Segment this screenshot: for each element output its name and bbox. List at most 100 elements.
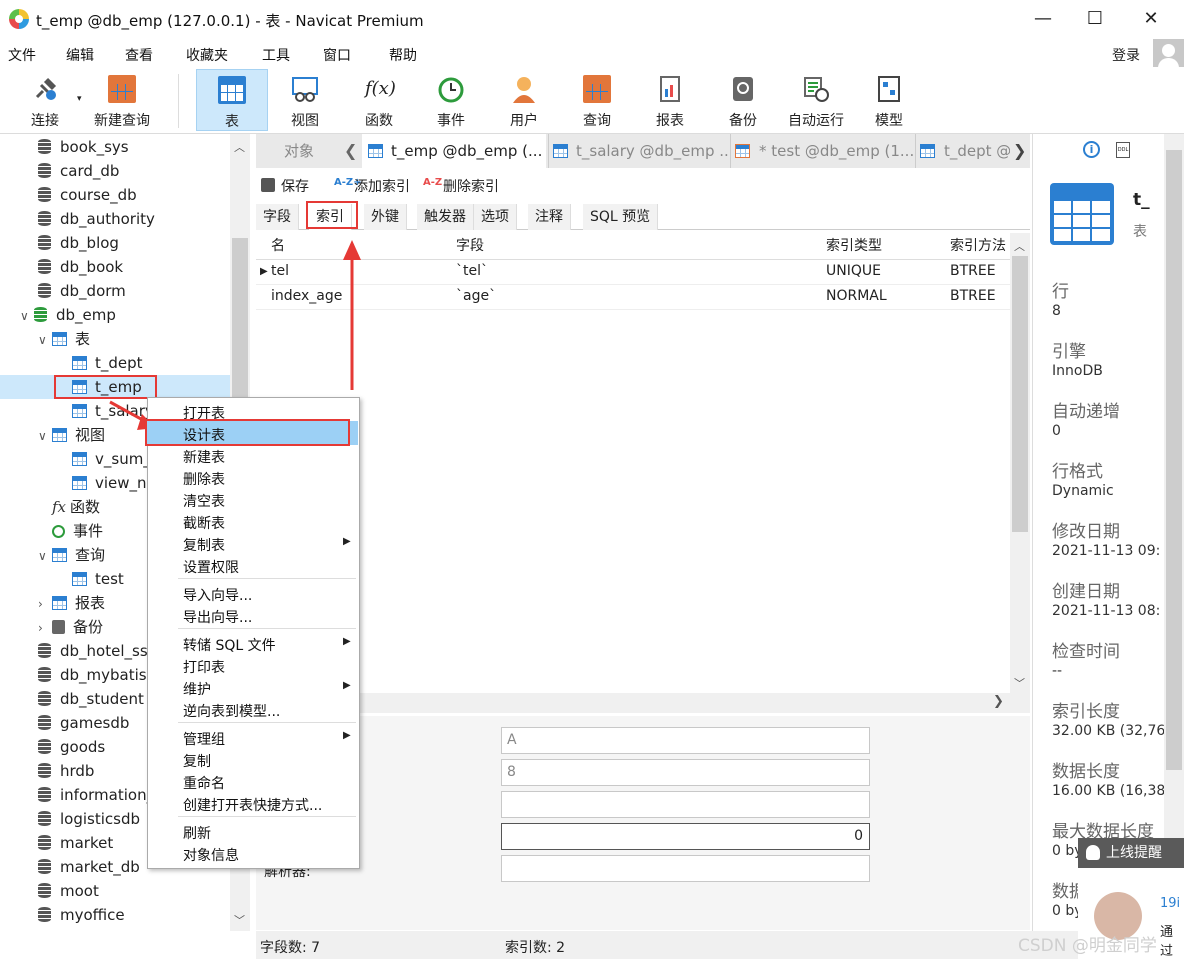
expand-caret-icon[interactable]: ∨ xyxy=(38,328,52,352)
grid-scrollbar-thumb[interactable] xyxy=(1012,256,1028,532)
context-menu-item[interactable]: 管理组 xyxy=(183,729,225,749)
context-menu-item[interactable]: 复制表 xyxy=(183,535,225,555)
key-block-size-field[interactable]: 0 xyxy=(501,823,870,850)
delete-index-button[interactable]: 删除索引 xyxy=(443,176,499,196)
tab-options[interactable]: 选项 xyxy=(474,204,517,230)
grid-hscrollbar[interactable] xyxy=(256,693,1030,713)
hscroll-right-icon[interactable]: ❯ xyxy=(993,694,1004,709)
menu-file[interactable]: 文件 xyxy=(8,45,36,65)
context-menu-item[interactable]: 导入向导... xyxy=(183,585,252,605)
context-menu-item[interactable]: 删除表 xyxy=(183,469,225,489)
context-menu-item[interactable]: 新建表 xyxy=(183,447,225,467)
context-menu-item[interactable]: 清空表 xyxy=(183,491,225,511)
cell-index-type[interactable]: NORMAL xyxy=(826,288,887,304)
tree-query-test[interactable]: test xyxy=(72,567,124,591)
parser-field[interactable] xyxy=(501,855,870,882)
query-button[interactable]: 查询 xyxy=(566,69,628,131)
connect-button[interactable]: 连接 xyxy=(14,69,76,131)
tree-backups-folder[interactable]: › 备份 xyxy=(38,615,103,639)
cell-fields[interactable]: `tel` xyxy=(456,263,488,279)
grid-scroll-up-icon[interactable]: ︿ xyxy=(1014,238,1025,254)
info-icon[interactable]: i xyxy=(1083,141,1100,158)
menu-view[interactable]: 查看 xyxy=(125,45,153,65)
event-button[interactable]: 事件 xyxy=(420,69,482,131)
context-menu-item[interactable]: 截断表 xyxy=(183,513,225,533)
tree-db-item[interactable]: course_db xyxy=(38,183,137,207)
property-field[interactable] xyxy=(501,791,870,818)
backup-button[interactable]: 备份 xyxy=(712,69,774,131)
tree-db-item[interactable]: book_sys xyxy=(38,135,129,159)
tree-view-view-na[interactable]: view_na xyxy=(72,471,156,495)
view-button[interactable]: 视图 xyxy=(274,69,336,131)
minimize-button[interactable]: — xyxy=(1016,0,1070,39)
tab-foreign-keys[interactable]: 外键 xyxy=(364,204,407,230)
user-avatar-icon[interactable] xyxy=(1153,39,1184,70)
tab-objects[interactable]: 对象 xyxy=(256,134,342,168)
tree-view-v-sum[interactable]: v_sum_ xyxy=(72,447,151,471)
new-query-button[interactable]: 新建查询 xyxy=(88,69,156,131)
tree-db-item[interactable]: goods xyxy=(38,735,105,759)
expand-caret-icon[interactable]: ∨ xyxy=(38,544,52,568)
col-header-fields[interactable]: 字段 xyxy=(456,235,484,255)
property-field[interactable]: A xyxy=(501,727,870,754)
col-header-index-type[interactable]: 索引类型 xyxy=(826,235,882,255)
menu-help[interactable]: 帮助 xyxy=(389,45,417,65)
notice-line-1[interactable]: 19i xyxy=(1160,896,1180,911)
tree-db-item[interactable]: market_db xyxy=(38,855,140,879)
add-index-button[interactable]: 添加索引 xyxy=(354,176,410,196)
context-menu-item[interactable]: 导出向导... xyxy=(183,607,252,627)
tree-reports-folder[interactable]: › 报表 xyxy=(38,591,105,615)
expand-caret-icon[interactable]: › xyxy=(38,592,52,616)
model-button[interactable]: 模型 xyxy=(858,69,920,131)
ddl-icon[interactable]: DDL xyxy=(1116,142,1130,158)
tree-db-item[interactable]: market xyxy=(38,831,113,855)
tab-sql-preview[interactable]: SQL 预览 xyxy=(583,204,659,230)
context-menu-item[interactable]: 逆向表到模型... xyxy=(183,701,280,721)
tree-db-item[interactable]: db_hotel_ss xyxy=(38,639,148,663)
tree-db-item[interactable]: db_authority xyxy=(38,207,155,231)
tab-comment[interactable]: 注释 xyxy=(528,204,571,230)
context-menu-item[interactable]: 复制 xyxy=(183,751,211,771)
tab-test[interactable]: * test @db_emp (1... xyxy=(730,134,913,168)
tree-functions-folder[interactable]: fx 函数 xyxy=(52,495,100,519)
automation-button[interactable]: 自动运行 xyxy=(785,69,847,131)
login-link[interactable]: 登录 xyxy=(1112,45,1140,65)
tree-scroll-up-icon[interactable]: ︿ xyxy=(234,139,245,155)
context-menu-item[interactable]: 创建打开表快捷方式... xyxy=(183,795,322,815)
cell-index-method[interactable]: BTREE xyxy=(950,263,996,279)
col-header-index-method[interactable]: 索引方法 xyxy=(950,235,1006,255)
close-button[interactable]: ✕ xyxy=(1124,0,1178,39)
context-menu-item[interactable]: 设置权限 xyxy=(183,557,239,577)
menu-window[interactable]: 窗口 xyxy=(323,45,351,65)
tab-scroll-left-icon[interactable]: ❮ xyxy=(344,141,357,160)
menu-edit[interactable]: 编辑 xyxy=(66,45,94,65)
save-button[interactable]: 保存 xyxy=(281,176,309,196)
cell-fields[interactable]: `age` xyxy=(456,288,496,304)
grid-scroll-down-icon[interactable]: ﹀ xyxy=(1014,675,1025,691)
tab-t-salary[interactable]: t_salary @db_emp ... xyxy=(548,134,728,168)
report-button[interactable]: 报表 xyxy=(639,69,701,131)
tree-db-item[interactable]: gamesdb xyxy=(38,711,129,735)
cell-index-method[interactable]: BTREE xyxy=(950,288,996,304)
tree-db-item[interactable]: moot xyxy=(38,879,99,903)
tree-events-folder[interactable]: 事件 xyxy=(52,519,103,543)
expand-caret-icon[interactable]: › xyxy=(38,616,52,640)
tree-db-item[interactable]: card_db xyxy=(38,159,119,183)
context-menu-item[interactable]: 对象信息 xyxy=(183,845,239,865)
tree-tables-folder[interactable]: ∨ 表 xyxy=(38,327,90,351)
connect-dropdown-icon[interactable]: ▾ xyxy=(77,94,82,104)
tab-fields[interactable]: 字段 xyxy=(256,204,299,230)
user-button[interactable]: 用户 xyxy=(493,69,555,131)
context-menu-item[interactable]: 转储 SQL 文件 xyxy=(183,635,276,655)
context-menu-item[interactable]: 打印表 xyxy=(183,657,225,677)
expand-caret-icon[interactable]: ∨ xyxy=(20,304,34,328)
maximize-button[interactable]: ☐ xyxy=(1068,0,1122,39)
tree-db-item[interactable]: db_mybatis xyxy=(38,663,147,687)
menu-tools[interactable]: 工具 xyxy=(262,45,290,65)
tree-scroll-down-icon[interactable]: ﹀ xyxy=(234,912,245,928)
tree-queries-folder[interactable]: ∨ 查询 xyxy=(38,543,105,567)
tab-t-emp[interactable]: t_emp @db_emp (... xyxy=(362,134,546,168)
info-scrollbar-thumb[interactable] xyxy=(1166,150,1182,770)
context-menu-item[interactable]: 重命名 xyxy=(183,773,225,793)
cell-index-type[interactable]: UNIQUE xyxy=(826,263,881,279)
